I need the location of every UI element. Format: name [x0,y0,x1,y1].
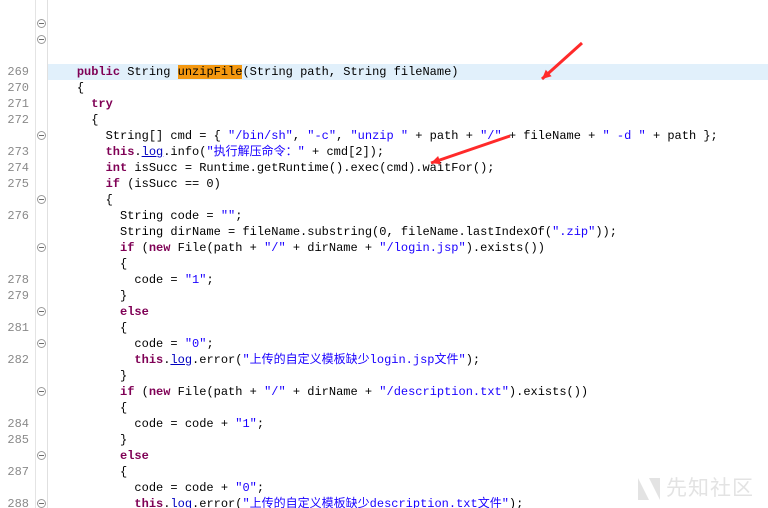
line-number [0,240,29,256]
line-number: 279 [0,288,29,304]
line-number: 287 [0,464,29,480]
line-number [0,48,29,64]
code-line: if (new File(path + "/" + dirName + "/de… [48,384,768,400]
watermark: 先知社区 [638,478,754,500]
line-number: 271 [0,96,29,112]
code-line: try [48,96,768,112]
code-line: { [48,112,768,128]
line-number: 281 [0,320,29,336]
watermark-icon [638,478,660,500]
code-line: { [48,400,768,416]
line-number-gutter: 2692702712722732742752762782792812822842… [0,0,36,508]
code-line: int isSucc = Runtime.getRuntime().exec(c… [48,160,768,176]
line-number: 269 [0,64,29,80]
line-number [0,400,29,416]
line-number: 282 [0,352,29,368]
code-editor: 2692702712722732742752762782792812822842… [0,0,768,508]
code-line: { [48,80,768,96]
code-line: this.log.error("上传的自定义模板缺少login.jsp文件"); [48,352,768,368]
line-number [0,448,29,464]
code-line: } [48,368,768,384]
line-number [0,16,29,32]
line-number [0,480,29,496]
line-number [0,384,29,400]
code-line: if (new File(path + "/" + dirName + "/lo… [48,240,768,256]
code-line: { [48,256,768,272]
code-line: String[] cmd = { "/bin/sh", "-c", "unzip… [48,128,768,144]
line-number: 285 [0,432,29,448]
line-number [0,304,29,320]
code-line: } [48,432,768,448]
line-number: 273 [0,144,29,160]
fold-toggle-icon[interactable] [37,339,46,348]
code-line: code = "0"; [48,336,768,352]
code-line: else [48,448,768,464]
fold-toggle-icon[interactable] [37,195,46,204]
code-line: String dirName = fileName.substring(0, f… [48,224,768,240]
code-line: this.log.info("执行解压命令：" + cmd[2]); [48,144,768,160]
code-area[interactable]: public String unzipFile(String path, Str… [48,0,768,508]
fold-toggle-icon[interactable] [37,131,46,140]
fold-gutter [36,0,48,508]
code-line: } [48,288,768,304]
line-number: 274 [0,160,29,176]
fold-toggle-icon[interactable] [37,387,46,396]
code-line: code = code + "1"; [48,416,768,432]
line-number: 276 [0,208,29,224]
fold-toggle-icon[interactable] [37,307,46,316]
fold-toggle-icon[interactable] [37,35,46,44]
line-number [0,224,29,240]
line-number [0,128,29,144]
line-number [0,336,29,352]
fold-toggle-icon[interactable] [37,243,46,252]
line-number: 270 [0,80,29,96]
code-line: else [48,304,768,320]
code-line: String code = ""; [48,208,768,224]
line-number: 284 [0,416,29,432]
highlighted-identifier: unzipFile [178,65,243,79]
line-number: 278 [0,272,29,288]
line-number [0,368,29,384]
fold-toggle-icon[interactable] [37,451,46,460]
code-line: if (isSucc == 0) [48,176,768,192]
watermark-text: 先知社区 [666,481,754,497]
code-line: public String unzipFile(String path, Str… [48,64,768,80]
line-number [0,32,29,48]
fold-toggle-icon[interactable] [37,19,46,28]
code-line: code = "1"; [48,272,768,288]
line-number: 275 [0,176,29,192]
line-number [0,0,29,16]
code-line: { [48,192,768,208]
code-line: { [48,320,768,336]
line-number: 288 [0,496,29,508]
line-number [0,192,29,208]
line-number [0,256,29,272]
line-number: 272 [0,112,29,128]
fold-toggle-icon[interactable] [37,499,46,508]
